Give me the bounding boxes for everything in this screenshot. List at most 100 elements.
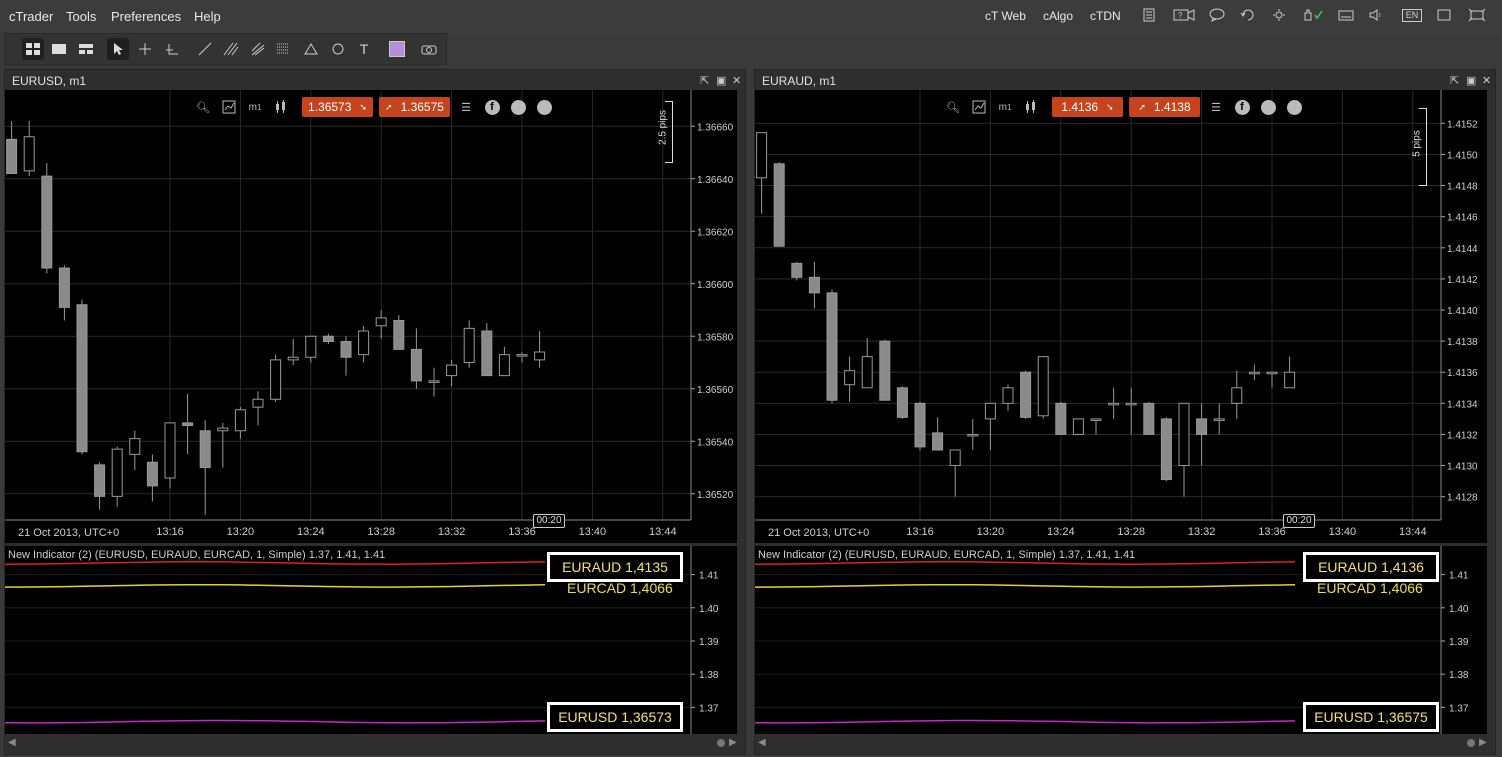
indicator-label: New Indicator (2) (EURUSD, EURAUD, EURCA… [758,549,1136,561]
menu-help[interactable]: Help [194,9,221,24]
candlestick-chart[interactable]: 13:16 13:20 13:24 13:28 13:32 13:36 13:40 13:44… [5,90,737,543]
tag-icon[interactable] [508,97,528,117]
candle-body [6,138,18,174]
maximize-icon[interactable]: ▣ [1466,74,1478,87]
candle-body [826,292,838,401]
ctdn-link[interactable]: cTDN [1090,9,1121,23]
facebook-icon[interactable]: f [482,97,502,117]
fib-grid-icon[interactable] [273,38,295,60]
fullscreen-icon[interactable] [1468,8,1486,22]
chart-window-eurusd: EURUSD, m1 ⇱ ▣ ✕ 13:16 13:20 13:24 13:28 13:… [4,69,746,755]
fib-icon[interactable] [220,38,242,60]
ind-tick-label: 1.37 [699,703,719,714]
bull-icon[interactable] [1284,97,1304,117]
horizontal-scrollbar[interactable]: ◀ ▶ [5,736,737,750]
buy-price-chip[interactable]: ➚ 1.4138 [1129,97,1200,117]
menu-ctrader[interactable]: cTrader [9,9,53,24]
scroll-thumb[interactable] [1467,739,1475,747]
scroll-right-icon[interactable]: ▶ [1479,737,1487,748]
triangle-icon[interactable] [300,38,322,60]
measure-icon[interactable] [161,38,183,60]
price-chart[interactable]: 13:16 13:20 13:24 13:28 13:32 13:36 13:40 13:44… [5,90,737,543]
settings-icon[interactable] [1272,8,1288,22]
candle-body [808,276,820,294]
text-icon[interactable]: T [353,38,375,60]
candle-body [94,464,106,497]
line-icon[interactable] [194,38,216,60]
buy-price-chip[interactable]: ➚ 1.36575 [379,97,450,117]
candle-body [879,340,891,401]
pips-label: 2.5 pips [657,109,669,146]
window-icon[interactable] [1436,8,1452,22]
indicator-pane[interactable]: 1.41 1.40 1.39 1.38 1.37 New Indicator (2) (… [4,546,737,734]
zoom-icon[interactable]: 🔍︎ [193,97,213,117]
zoom-icon[interactable]: 🔍︎ [943,97,963,117]
overlay-eurcad-text: EURCAD 1,4066 [567,580,673,596]
ct-web-link[interactable]: cT Web [985,9,1026,23]
chart-settings-icon[interactable] [219,97,239,117]
keyboard-icon[interactable] [1338,8,1354,22]
close-icon[interactable]: ✕ [1482,74,1494,87]
candle-body [322,335,334,342]
ind-series-euraud [754,561,1296,565]
calgo-link[interactable]: cAlgo [1043,9,1073,23]
chart-type-icon[interactable] [271,97,291,117]
svg-text:?: ? [1178,11,1183,20]
sell-price-chip[interactable]: 1.36573 ➘ [302,97,373,117]
bull-icon[interactable] [534,97,554,117]
horizontal-scrollbar[interactable]: ◀ ▶ [755,736,1487,750]
scroll-right-icon[interactable]: ▶ [729,737,737,748]
chart-type-icon[interactable] [1021,97,1041,117]
scroll-left-icon[interactable]: ◀ [8,737,16,748]
layout-grid-icon[interactable] [22,38,44,60]
timeframe-button[interactable]: m1 [245,97,265,117]
list-icon[interactable]: ☰ [456,97,476,117]
timeframe-label: m [998,101,1007,113]
refresh-icon[interactable] [1240,8,1256,22]
candle-body [1213,418,1225,421]
candle-body [1248,371,1260,375]
screenshot-icon[interactable] [418,38,440,60]
color-swatch[interactable] [386,38,408,60]
language-icon[interactable]: EN [1402,9,1422,22]
time-tick-label: 13:40 [1329,526,1357,538]
timeframe-button[interactable]: m1 [995,97,1015,117]
chart-window-euraud: EURAUD, m1 ⇱ ▣ ✕ 13:16 13:20 13:24 13:28 13:… [754,69,1496,755]
indicator-pane[interactable]: 1.41 1.40 1.39 1.38 1.37 New Indicator (2) (… [754,546,1487,734]
maximize-icon[interactable]: ▣ [716,74,728,87]
scroll-left-icon[interactable]: ◀ [758,737,766,748]
pitchfork-icon[interactable] [247,38,269,60]
tag-icon[interactable] [1258,97,1278,117]
list-icon[interactable]: ☰ [1206,97,1226,117]
cursor-icon[interactable] [107,38,129,60]
candle-body [1143,402,1155,435]
chat-icon[interactable] [1209,8,1225,22]
popout-icon[interactable]: ⇱ [1450,74,1462,87]
time-tick-label: 13:20 [977,526,1005,538]
volume-icon[interactable] [1368,8,1384,22]
ind-tick-label: 1.40 [699,604,719,615]
menu-preferences[interactable]: Preferences [111,9,181,24]
time-tick-label: 13:28 [1117,526,1145,538]
hand-check-icon[interactable] [1302,8,1324,22]
chart-settings-icon[interactable] [969,97,989,117]
price-tick-label: 1.4144 [1447,244,1478,255]
facebook-icon[interactable]: f [1232,97,1252,117]
notes-icon[interactable] [1141,8,1157,22]
price-chart[interactable]: 13:16 13:20 13:24 13:28 13:32 13:36 13:40 13:44… [755,90,1487,543]
candle-body [1090,418,1102,421]
scroll-thumb[interactable] [717,739,725,747]
layout-single-icon[interactable] [48,38,70,60]
candlestick-chart[interactable]: 13:16 13:20 13:24 13:28 13:32 13:36 13:40 13:44… [755,90,1487,543]
close-icon[interactable]: ✕ [732,74,744,87]
menu-tools[interactable]: Tools [66,9,96,24]
price-tick-label: 1.4134 [1447,399,1478,410]
ellipse-icon[interactable] [327,38,349,60]
video-icon[interactable]: ? [1173,8,1195,22]
layout-split-icon[interactable] [75,38,97,60]
sell-price-chip[interactable]: 1.4136 ➘ [1052,97,1123,117]
time-tick-label: 13:36 [1258,526,1286,538]
popout-icon[interactable]: ⇱ [700,74,712,87]
crosshair-icon[interactable] [134,38,156,60]
time-tick-label: 13:20 [227,526,255,538]
